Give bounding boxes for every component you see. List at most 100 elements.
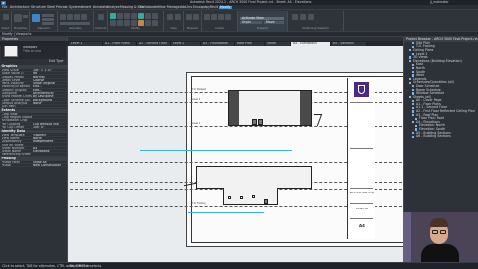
create-parts-icon[interactable] [211, 14, 217, 20]
view-icon [409, 81, 412, 84]
paste-icon[interactable] [32, 14, 40, 22]
elevation-window [240, 196, 243, 199]
property-row[interactable]: Sun Path [0, 105, 67, 109]
cope-icon[interactable] [60, 14, 66, 20]
view-icon [412, 103, 415, 106]
select-icon[interactable] [3, 14, 9, 20]
scale-icon[interactable] [131, 20, 137, 26]
pin-icon[interactable] [138, 20, 144, 26]
options-bar-label: Modify | Viewports [2, 31, 32, 36]
cut-geometry-icon[interactable] [67, 14, 73, 20]
trim-icon[interactable] [110, 20, 116, 26]
south-elevation[interactable] [196, 166, 312, 189]
panel-label: View [170, 27, 177, 31]
menu-annotate[interactable]: Annotate [93, 5, 108, 10]
browser-item[interactable]: A6 - Building Sections [404, 135, 478, 139]
panel-label: Positioning Viewport [302, 27, 329, 31]
join-icon[interactable] [74, 14, 80, 20]
menu-modify[interactable]: Modify [219, 5, 232, 10]
move-icon[interactable] [138, 13, 144, 19]
align-left-icon[interactable] [308, 14, 314, 20]
create-assembly-icon[interactable] [204, 14, 210, 20]
menu-view[interactable]: View [158, 5, 166, 10]
hide-icon[interactable] [175, 14, 181, 20]
university-logo-icon [354, 82, 369, 97]
measure-icon[interactable] [186, 14, 192, 20]
view-icon [409, 96, 412, 99]
panel-view: View [164, 11, 184, 31]
panel-controls: Controls [94, 11, 108, 31]
rotate-icon[interactable] [152, 13, 158, 19]
sheet-canvas[interactable]: T.O. Parapet Level 2 Level 1 T.O. Footin… [68, 46, 403, 262]
edit-type-button[interactable]: Edit Type [49, 59, 64, 64]
create-group-icon[interactable] [218, 14, 224, 20]
elevation-dark-panel [229, 91, 239, 125]
property-row[interactable]: Phase New Construction [0, 164, 67, 168]
glasses-icon [432, 230, 438, 234]
menu-insert[interactable]: Insert [82, 5, 91, 10]
copy-icon[interactable] [42, 18, 54, 21]
controls-icon[interactable] [98, 14, 104, 20]
menu-architecture[interactable]: Architecture [10, 5, 30, 10]
property-groups: Graphics View Scale 1/8" = 1'-0" Scale Valu… [0, 65, 67, 168]
menu-analyze[interactable]: Analyze [107, 5, 120, 10]
mirror-draw-icon[interactable] [131, 13, 137, 19]
split-icon[interactable] [117, 20, 123, 26]
type-sub: Title w Line [23, 48, 42, 53]
title-block: ARCH 3000 FINAL PROJECT ELEVATIONS A4 [347, 78, 375, 239]
panel-label: Select [1, 27, 10, 31]
wall-joins-icon[interactable] [81, 14, 87, 20]
property-row[interactable]: Far Clip Offset 100' 0" [0, 126, 67, 130]
offset-icon[interactable] [117, 13, 123, 19]
reference-line [140, 150, 292, 151]
property-value[interactable]: 100' 0" [33, 126, 66, 130]
view-icon [409, 56, 412, 59]
panel-label: Properties [13, 27, 28, 31]
align-views-icon[interactable] [292, 14, 298, 20]
elevation-window [252, 195, 255, 198]
properties-icon[interactable] [14, 14, 22, 22]
cut-icon[interactable] [42, 14, 54, 17]
panel-modify: Modify [108, 11, 164, 31]
unpin-icon[interactable] [145, 20, 151, 26]
menu-steel[interactable]: Steel [47, 5, 55, 10]
delete-icon[interactable] [152, 20, 158, 26]
type-properties-icon[interactable] [23, 15, 28, 18]
user-name[interactable]: jj_estimator [430, 0, 449, 5]
array-icon[interactable] [124, 20, 130, 26]
title-block-divider [350, 203, 373, 204]
property-key: Far Clip Offset [1, 126, 24, 130]
webcam-light [403, 212, 411, 262]
align-center-icon[interactable] [300, 14, 306, 20]
menu-enscape[interactable]: Enscape [193, 5, 206, 10]
menu-precast[interactable]: Precast [56, 5, 68, 10]
dimension-icon[interactable] [193, 14, 199, 20]
menu-collaborate[interactable]: Collaborate [140, 5, 158, 10]
model-selector[interactable]: Main Model [70, 264, 88, 269]
view-icon [412, 63, 415, 66]
create-similar-icon[interactable] [225, 14, 231, 20]
title-block-sheet-number: A4 [359, 224, 365, 228]
copy-element-icon[interactable] [145, 13, 151, 19]
mirror-axis-icon[interactable] [124, 13, 130, 19]
panel-geometry: Geometry [58, 11, 94, 31]
match-properties-icon[interactable] [42, 22, 54, 25]
menu-pyrevit[interactable]: pyRevit [206, 5, 218, 10]
menu-systems[interactable]: Systems [69, 5, 83, 10]
panel-properties: Properties [12, 11, 30, 31]
menu-manage[interactable]: Manage [167, 5, 180, 10]
align-icon[interactable] [110, 13, 116, 19]
menu-file[interactable]: File [2, 5, 7, 10]
panel-label: Viewport [256, 27, 269, 31]
property-value[interactable]: New Construction [33, 164, 66, 168]
revit-logo-icon[interactable]: R [1, 0, 6, 5]
view-icon[interactable] [167, 14, 173, 20]
window-title: Autodesk Revit 2024.2 - ARCH 3000 Final … [190, 0, 312, 4]
edit-type-row: Edit Type [0, 59, 67, 65]
menu-structure[interactable]: Structure [31, 5, 46, 10]
property-row[interactable]: Referencing Sheet [0, 153, 67, 157]
geometry-tools-row[interactable] [60, 22, 90, 25]
view-icon [412, 88, 415, 91]
menu-add-ins[interactable]: Add-Ins [180, 5, 192, 10]
elevation-door [252, 119, 257, 125]
